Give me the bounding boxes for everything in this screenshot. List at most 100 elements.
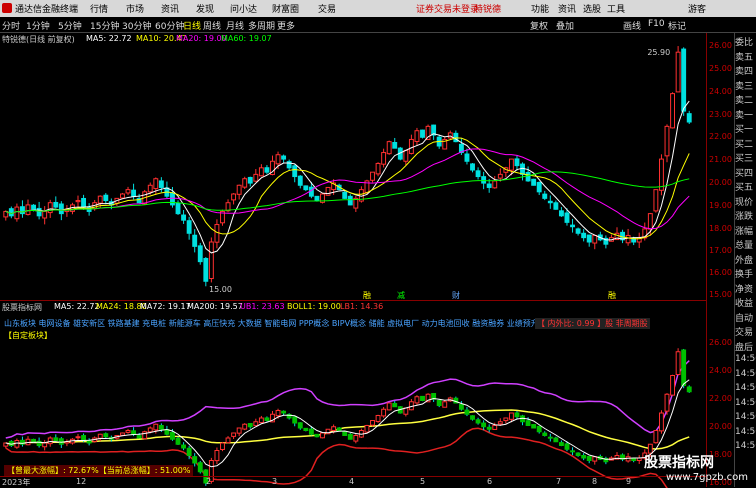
- price-tick: 18.00: [709, 224, 732, 233]
- date-tick: 8: [592, 477, 598, 486]
- candle-body: [681, 48, 687, 112]
- candle-body: [481, 176, 487, 184]
- period-day[interactable]: 日线: [183, 19, 201, 32]
- menu-trade[interactable]: 交易: [318, 2, 336, 15]
- candle-body: [464, 153, 470, 162]
- period-15min[interactable]: 15分钟: [90, 19, 119, 32]
- candle-body: [297, 175, 303, 186]
- candle-body: [258, 167, 264, 177]
- candle-body: [514, 158, 520, 167]
- quote-row: 14:50: [735, 412, 756, 422]
- ind-candle-body: [547, 436, 553, 439]
- ind-candle-body: [131, 430, 137, 435]
- menu-info[interactable]: 资讯: [558, 2, 576, 15]
- candle-body: [625, 234, 631, 244]
- ind-candle-body: [236, 427, 242, 434]
- quote-row: 委比: [735, 38, 754, 48]
- candle-body: [647, 213, 653, 230]
- candle-body: [253, 173, 259, 182]
- candle-body: [570, 224, 575, 228]
- ind-candle-body: [492, 425, 498, 430]
- ind-candle-body: [297, 422, 303, 429]
- menu-tools[interactable]: 工具: [607, 2, 625, 15]
- menu-ask[interactable]: 问小达: [230, 2, 257, 15]
- menu-select[interactable]: 选股: [583, 2, 601, 15]
- ind-candle-body: [136, 435, 142, 439]
- quote-row: 卖二: [735, 96, 754, 106]
- price-tick: 16.00: [709, 268, 732, 277]
- period-month[interactable]: 月线: [226, 19, 244, 32]
- adjust-button[interactable]: 复权: [530, 19, 548, 32]
- candle-body: [486, 183, 492, 188]
- candle-body: [231, 193, 237, 201]
- candle-body: [125, 189, 131, 194]
- title-bar: 通达信金融终端 行情 市场 资讯 发现 问小达 财富圈 交易 证券交易未登录 特…: [0, 0, 756, 17]
- draw-button[interactable]: 画线: [623, 19, 641, 32]
- date-axis: 2023年 12 2 3 4 5 6 7 8 9: [0, 476, 706, 487]
- candle-body: [414, 130, 420, 142]
- candle-body: [103, 194, 109, 202]
- candle-body: [592, 234, 598, 244]
- mark-button[interactable]: 标记: [668, 19, 686, 32]
- f10-button[interactable]: F10: [648, 19, 665, 29]
- menu-news[interactable]: 资讯: [161, 2, 179, 15]
- quote-row: 买五: [735, 183, 754, 193]
- ind-candle-body: [314, 433, 320, 438]
- period-60min[interactable]: 60分钟: [155, 19, 184, 32]
- candlestick-chart[interactable]: 25.90 15.00 融 减 财 融: [0, 45, 706, 300]
- candle-body: [542, 193, 548, 199]
- login-notice[interactable]: 证券交易未登录: [416, 2, 479, 15]
- quote-row: 14:56: [735, 426, 756, 437]
- quote-row: 卖三: [735, 81, 754, 92]
- ind-candle-body: [653, 430, 659, 444]
- menu-wealth[interactable]: 财富圈: [272, 2, 299, 15]
- candle-body: [392, 142, 398, 149]
- menu-function[interactable]: 功能: [531, 2, 549, 15]
- ind-candle-body: [264, 417, 270, 421]
- app-logo-icon: [2, 3, 12, 13]
- ind-candle-body: [175, 437, 181, 445]
- menu-discover[interactable]: 发现: [196, 2, 214, 15]
- indicator-chart[interactable]: [0, 318, 706, 488]
- ind-candle-body: [347, 433, 353, 440]
- ind-candle-body: [125, 430, 131, 433]
- ind-candle-body: [75, 436, 81, 439]
- price-tick: 26.00: [709, 41, 732, 50]
- menu-quotes[interactable]: 市场: [126, 2, 144, 15]
- quote-row: 外盘: [735, 255, 754, 266]
- candle-body: [408, 138, 414, 154]
- ind-candle-body: [170, 431, 175, 440]
- stock-name: 特锐德: [474, 5, 502, 15]
- ind-candle-body: [192, 456, 198, 464]
- candle-body: [381, 152, 387, 165]
- period-tick[interactable]: 分时: [2, 19, 20, 32]
- ind-candle-body: [353, 435, 359, 442]
- period-5min[interactable]: 5分钟: [58, 19, 82, 32]
- candle-body: [492, 180, 498, 189]
- quote-row: 收益: [735, 299, 754, 309]
- candle-body: [520, 163, 525, 175]
- candle-body: [58, 203, 64, 215]
- period-1min[interactable]: 1分钟: [26, 19, 50, 32]
- custom-block-label: 【自定板块】: [4, 331, 52, 340]
- candle-body: [675, 51, 681, 93]
- ind-candle-body: [31, 438, 37, 443]
- period-week[interactable]: 周线: [203, 19, 221, 32]
- candle-body: [264, 167, 270, 173]
- ind-candle-body: [670, 375, 675, 396]
- menu-market[interactable]: 行情: [90, 2, 108, 15]
- ind-candle-body: [525, 420, 531, 426]
- ind-candle-body: [470, 415, 475, 420]
- user-label[interactable]: 游客: [688, 2, 706, 15]
- ind-ma5-line: [5, 379, 690, 468]
- ind-candle-body: [570, 450, 575, 453]
- period-more[interactable]: 更多: [277, 19, 295, 32]
- candle-body: [375, 162, 381, 175]
- quote-row: 14:50: [735, 368, 756, 379]
- overlay-button[interactable]: 叠加: [556, 19, 574, 32]
- candle-body: [314, 195, 320, 202]
- period-30min[interactable]: 30分钟: [122, 19, 151, 32]
- quote-row: 买一: [735, 125, 754, 135]
- period-multi[interactable]: 多周期: [248, 19, 275, 32]
- event-marker: 财: [452, 290, 460, 300]
